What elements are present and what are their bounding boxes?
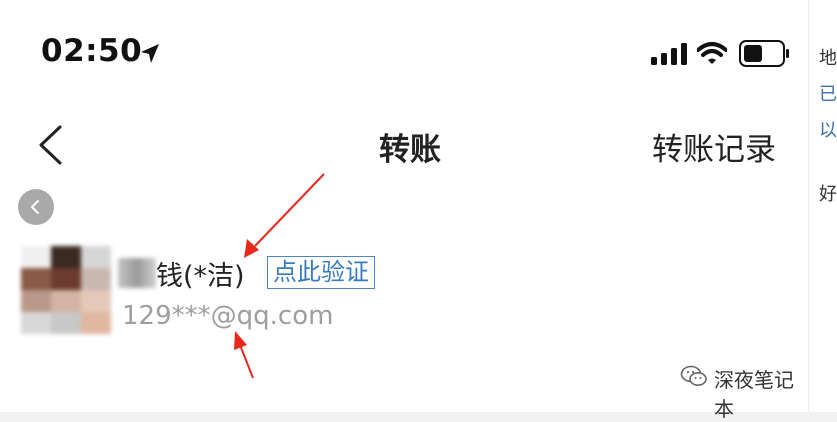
name-redaction: [118, 258, 156, 288]
background-page-strip: 地 已 以 好: [808, 0, 837, 412]
watermark-text: 深夜笔记本: [714, 368, 794, 421]
status-time: 02:50: [41, 33, 143, 69]
battery-icon: [739, 40, 789, 67]
strip-char: 已: [819, 84, 837, 105]
recipient-account: 129***@qq.com: [122, 301, 334, 331]
wifi-icon: [697, 42, 727, 64]
recipient-name: 钱(*洁): [156, 261, 245, 292]
arrow-to-account: [234, 331, 254, 379]
floating-back-icon: [31, 200, 39, 214]
strip-char: 地: [819, 48, 837, 69]
location-arrow-icon: [141, 44, 159, 63]
strip-char: 好: [819, 184, 837, 205]
avatar: [21, 246, 111, 334]
signal-icon: [651, 43, 687, 65]
transfer-history-link[interactable]: 转账记录: [652, 124, 776, 169]
verify-button[interactable]: 点此验证: [267, 256, 375, 289]
arrow-to-name: [244, 173, 325, 258]
phone-screen: 02:50 转账 转账记录 钱(*洁) 点此验证 129***@qq.com 深…: [0, 0, 808, 421]
floating-back-button[interactable]: [18, 189, 54, 225]
wechat-icon: [680, 365, 707, 386]
strip-char: 以: [819, 120, 837, 141]
